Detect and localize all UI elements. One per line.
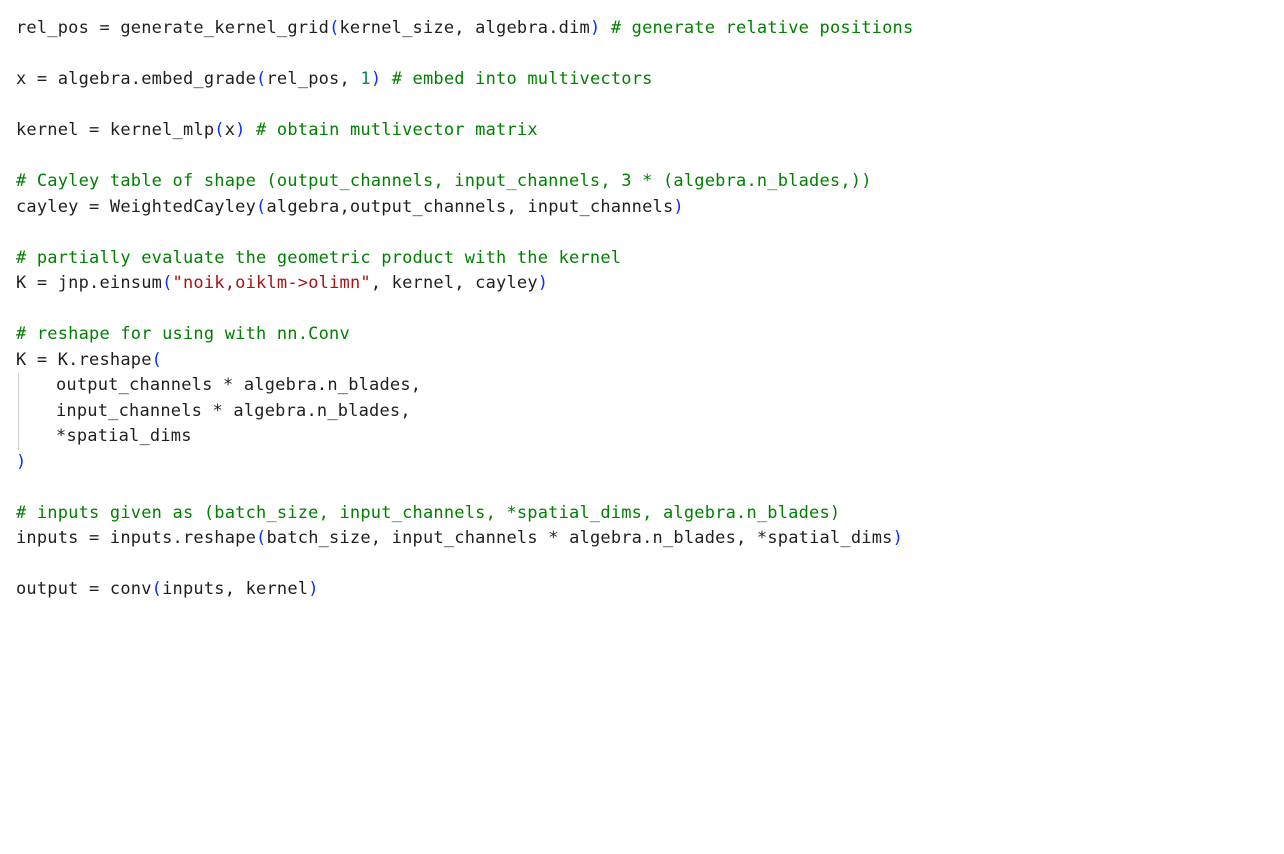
code-token: "noik,oiklm->olimn" <box>173 273 371 293</box>
code-token: ) <box>308 579 318 599</box>
code-token: ) <box>590 18 600 38</box>
code-token: * <box>223 375 233 395</box>
code-token: WeightedCayley <box>99 197 256 217</box>
code-line: output = conv(inputs, kernel) <box>16 577 1268 603</box>
code-block: rel_pos = generate_kernel_grid(kernel_si… <box>16 16 1268 603</box>
code-token: = <box>89 528 99 548</box>
code-line: kernel = kernel_mlp(x) # obtain mutlivec… <box>16 118 1268 144</box>
code-token: x <box>225 120 235 140</box>
code-line: input_channels * algebra.n_blades, <box>16 399 1268 425</box>
code-token: ) <box>538 273 548 293</box>
code-line: x = algebra.embed_grade(rel_pos, 1) # em… <box>16 67 1268 93</box>
code-token <box>600 18 610 38</box>
code-token <box>246 120 256 140</box>
indent-guide: *spatial_dims <box>18 424 192 450</box>
code-token: algebra.n_blades, <box>223 401 411 421</box>
code-token: algebra.embed_grade <box>47 69 256 89</box>
code-token: K.reshape <box>47 350 151 370</box>
code-line: rel_pos = generate_kernel_grid(kernel_si… <box>16 16 1268 42</box>
code-line <box>16 220 1268 246</box>
code-token: ( <box>256 197 266 217</box>
code-token: # partially evaluate the geometric produ… <box>16 248 621 268</box>
code-token: ) <box>893 528 903 548</box>
code-token: , kernel, cayley <box>371 273 538 293</box>
indent-guide: input_channels * algebra.n_blades, <box>18 399 411 425</box>
code-token: ( <box>162 273 172 293</box>
code-token: ( <box>329 18 339 38</box>
code-line: *spatial_dims <box>16 424 1268 450</box>
code-line: # Cayley table of shape (output_channels… <box>16 169 1268 195</box>
code-token: ( <box>152 350 162 370</box>
code-token: cayley <box>16 197 89 217</box>
code-token: = <box>89 197 99 217</box>
code-line <box>16 144 1268 170</box>
code-line: K = jnp.einsum("noik,oiklm->olimn", kern… <box>16 271 1268 297</box>
indent-guide: output_channels * algebra.n_blades, <box>18 373 421 399</box>
code-token: # inputs given as (batch_size, input_cha… <box>16 503 840 523</box>
code-token: output <box>16 579 89 599</box>
code-token: batch_size, input_channels <box>266 528 548 548</box>
code-token: = <box>37 69 47 89</box>
code-token: conv <box>99 579 151 599</box>
code-token: = <box>37 273 47 293</box>
code-line <box>16 42 1268 68</box>
code-token: output_channels <box>56 375 223 395</box>
code-line: K = K.reshape( <box>16 348 1268 374</box>
code-token: spatial_dims <box>66 426 191 446</box>
code-line <box>16 93 1268 119</box>
code-token: * <box>56 426 66 446</box>
code-token: * <box>213 401 223 421</box>
code-token: ) <box>235 120 245 140</box>
code-token: inputs <box>16 528 89 548</box>
code-token: * <box>548 528 558 548</box>
code-token: 1 <box>360 69 370 89</box>
code-token <box>381 69 391 89</box>
code-line: output_channels * algebra.n_blades, <box>16 373 1268 399</box>
code-token: # generate relative positions <box>611 18 914 38</box>
code-token: ) <box>16 452 26 472</box>
code-token: K <box>16 273 37 293</box>
code-line: cayley = WeightedCayley(algebra,output_c… <box>16 195 1268 221</box>
code-token: kernel_mlp <box>99 120 214 140</box>
code-token: inputs, kernel <box>162 579 308 599</box>
code-line <box>16 475 1268 501</box>
code-token: kernel <box>16 120 89 140</box>
code-token: spatial_dims <box>767 528 892 548</box>
code-token: ( <box>256 69 266 89</box>
code-token: ( <box>214 120 224 140</box>
code-token: rel_pos <box>16 18 99 38</box>
code-token: * <box>757 528 767 548</box>
code-token: rel_pos, <box>266 69 360 89</box>
code-token: # embed into multivectors <box>392 69 653 89</box>
code-token: ( <box>256 528 266 548</box>
code-token: x <box>16 69 37 89</box>
code-token: # reshape for using with nn.Conv <box>16 324 350 344</box>
code-line: # partially evaluate the geometric produ… <box>16 246 1268 272</box>
code-token: ) <box>371 69 381 89</box>
code-token: algebra.n_blades, <box>233 375 421 395</box>
code-token: = <box>99 18 109 38</box>
code-line: inputs = inputs.reshape(batch_size, inpu… <box>16 526 1268 552</box>
code-line <box>16 297 1268 323</box>
code-line <box>16 552 1268 578</box>
code-token: generate_kernel_grid <box>110 18 329 38</box>
code-token: input_channels <box>56 401 213 421</box>
code-line: # inputs given as (batch_size, input_cha… <box>16 501 1268 527</box>
code-token: ) <box>673 197 683 217</box>
code-token: ( <box>152 579 162 599</box>
code-token: inputs.reshape <box>99 528 256 548</box>
code-line: ) <box>16 450 1268 476</box>
code-token: # obtain mutlivector matrix <box>256 120 538 140</box>
code-line: # reshape for using with nn.Conv <box>16 322 1268 348</box>
code-token: K <box>16 350 37 370</box>
code-token: kernel_size, algebra.dim <box>340 18 590 38</box>
code-token: = <box>37 350 47 370</box>
code-token: # Cayley table of shape (output_channels… <box>16 171 872 191</box>
code-token: jnp.einsum <box>47 273 162 293</box>
code-token: = <box>89 120 99 140</box>
code-token: algebra.n_blades, <box>559 528 757 548</box>
code-token: = <box>89 579 99 599</box>
code-token: algebra,output_channels, input_channels <box>266 197 673 217</box>
